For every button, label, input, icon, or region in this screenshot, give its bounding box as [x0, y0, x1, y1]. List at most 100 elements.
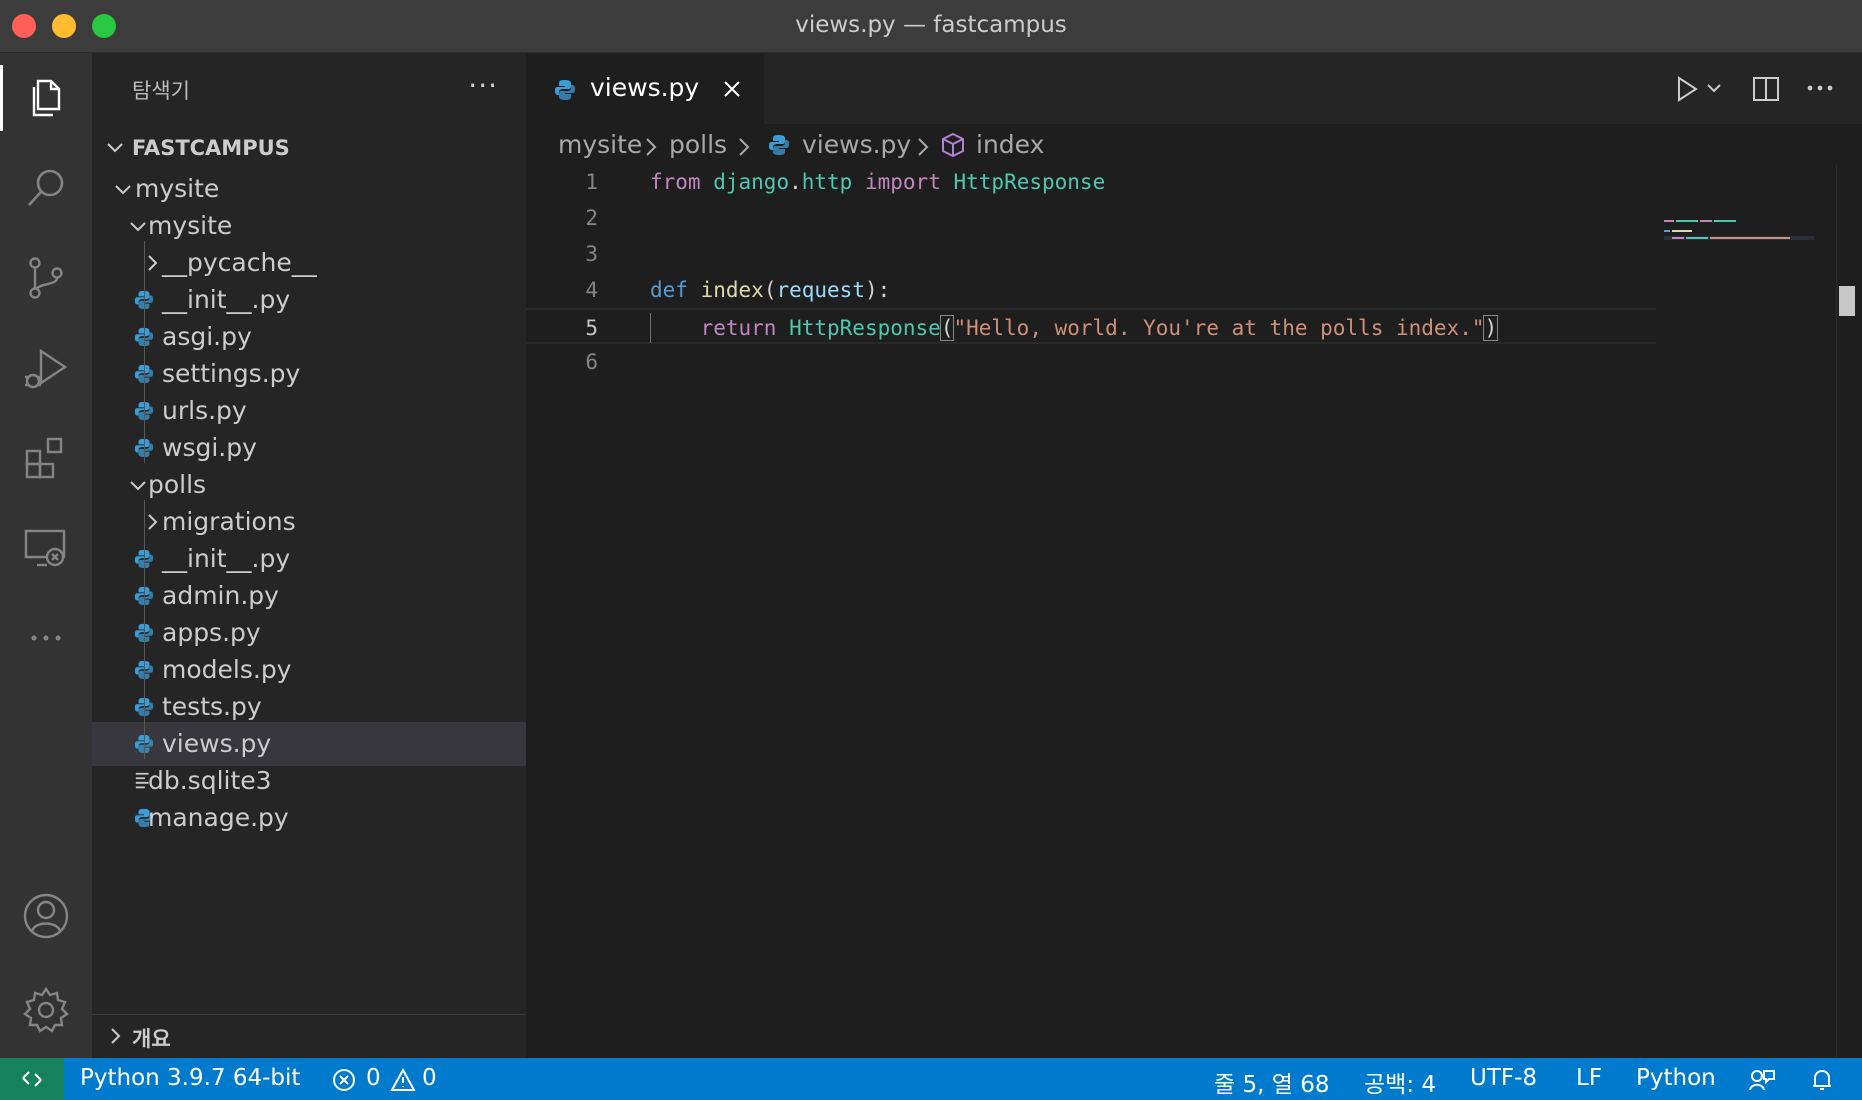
activity-accounts[interactable] [0, 871, 92, 961]
warning-count[interactable]: 0 [422, 1065, 437, 1091]
encoding[interactable]: UTF-8 [1470, 1065, 1537, 1091]
tab-views-py[interactable]: views.py [526, 53, 764, 124]
code-token: "Hello, world. You're at the polls index… [953, 316, 1485, 340]
code-token: HttpResponse [789, 316, 941, 340]
tree-item-label: tests.py [162, 692, 262, 721]
code-line[interactable]: 4 def index(request): [526, 272, 1656, 308]
explorer-header: 탐색기 ··· [92, 53, 526, 125]
error-icon[interactable] [332, 1068, 356, 1092]
activity-source-control[interactable] [0, 233, 92, 323]
line-number: 3 [585, 242, 598, 266]
account-icon [23, 893, 69, 939]
language-mode[interactable]: Python [1636, 1065, 1716, 1091]
tab-label: views.py [590, 73, 700, 102]
line-number: 4 [585, 278, 598, 302]
code-line[interactable]: 2 [526, 200, 1656, 236]
tree-item-label: __init__.py [162, 544, 291, 573]
explorer-more-button[interactable]: ··· [468, 69, 498, 102]
minimap[interactable] [1662, 164, 1862, 1058]
code-token: from [650, 170, 701, 194]
tree-item-label: asgi.py [162, 322, 252, 351]
cursor-position[interactable]: 줄 5, 열 68 [1214, 1065, 1329, 1099]
chevron-down-icon [130, 222, 146, 232]
line-ending[interactable]: LF [1576, 1065, 1602, 1091]
chevron-down-icon [130, 481, 146, 491]
error-count[interactable]: 0 [366, 1065, 381, 1091]
activity-bar [0, 53, 92, 1058]
activity-more[interactable] [0, 593, 92, 683]
tree-item-label: migrations [162, 507, 296, 536]
split-editor-icon[interactable] [1752, 75, 1780, 103]
tree-item-label: mysite [148, 211, 233, 240]
line-content: from django.http import HttpResponse [650, 170, 1105, 194]
run-file-icon[interactable] [1674, 75, 1700, 103]
status-bar: Python 3.9.7 64-bit 0 0 줄 5, 열 68 공백: 4 … [0, 1058, 1862, 1100]
code-token: HttpResponse [953, 170, 1106, 194]
code-line[interactable]: 6 [526, 344, 1656, 380]
extensions-icon [25, 437, 63, 479]
breadcrumb-index[interactable]: index [976, 130, 1044, 159]
workspace-section-header[interactable]: FASTCAMPUS [92, 126, 526, 170]
code-token: . [789, 170, 802, 194]
chevron-down-icon [107, 143, 123, 153]
breadcrumb-mysite[interactable]: mysite [558, 130, 642, 159]
activity-search[interactable] [0, 143, 92, 233]
tree-file[interactable]: manage.py [92, 796, 526, 840]
python-interpreter[interactable]: Python 3.9.7 64-bit [80, 1065, 300, 1091]
code-line[interactable]: 5 return HttpResponse("Hello, world. You… [526, 308, 1656, 344]
files-icon [32, 79, 61, 117]
code-token: ) [1483, 315, 1499, 341]
breadcrumb: mysite polls views.py index [526, 124, 1862, 164]
tree-item-label: settings.py [162, 359, 301, 388]
tree-item-label: manage.py [148, 803, 289, 832]
code-token: django [713, 170, 790, 194]
code-token: ( [939, 315, 955, 341]
code-line[interactable]: 3 [526, 236, 1656, 272]
bell-icon[interactable] [1810, 1068, 1834, 1092]
gear-icon [23, 986, 69, 1033]
activity-remote-explorer[interactable] [0, 503, 92, 593]
python-file-icon [769, 135, 789, 155]
tree-item-label: admin.py [162, 581, 279, 610]
tree-item-label: models.py [162, 655, 292, 684]
line-number: 5 [585, 316, 598, 340]
code-token: ( [763, 278, 777, 302]
chevron-down-icon [115, 185, 131, 195]
code-line[interactable]: 1 from django.http import HttpResponse [526, 164, 1656, 200]
code-token: index [700, 278, 764, 302]
more-actions-icon[interactable] [1806, 83, 1834, 93]
activity-manage[interactable] [0, 965, 92, 1055]
line-number: 2 [585, 206, 598, 230]
activity-explorer[interactable] [0, 53, 92, 143]
chevron-down-icon[interactable] [1706, 83, 1722, 95]
scrollbar-cursor-marker [1839, 286, 1855, 316]
code-token: ): [864, 278, 891, 302]
remote-indicator[interactable] [0, 1058, 64, 1100]
outline-section-header[interactable]: 개요 [92, 1014, 526, 1058]
editor-area: views.py mysite polls views.py index 1 fr… [526, 53, 1862, 1058]
activity-extensions[interactable] [0, 413, 92, 503]
workspace-title: FASTCAMPUS [132, 136, 290, 160]
line-content: return HttpResponse("Hello, world. You'r… [650, 315, 1499, 341]
breadcrumb-polls[interactable]: polls [669, 130, 727, 159]
indent-guide [144, 500, 145, 759]
line-content: def index(request): [650, 278, 890, 302]
code-token: return [700, 316, 777, 340]
activity-run-debug[interactable] [0, 323, 92, 413]
feedback-icon[interactable] [1748, 1068, 1776, 1092]
indentation[interactable]: 공백: 4 [1364, 1065, 1436, 1099]
tree-item-label: __init__.py [162, 285, 291, 314]
code-token: http [801, 170, 853, 194]
tree-item-label: __pycache__ [162, 248, 317, 277]
breadcrumb-views-py[interactable]: views.py [802, 130, 911, 159]
code-token: import [864, 170, 941, 194]
tree-item-label: mysite [135, 174, 220, 203]
close-icon[interactable] [721, 78, 743, 100]
source-control-icon [29, 257, 63, 299]
tree-item-label: urls.py [162, 396, 247, 425]
warning-icon[interactable] [390, 1068, 416, 1092]
